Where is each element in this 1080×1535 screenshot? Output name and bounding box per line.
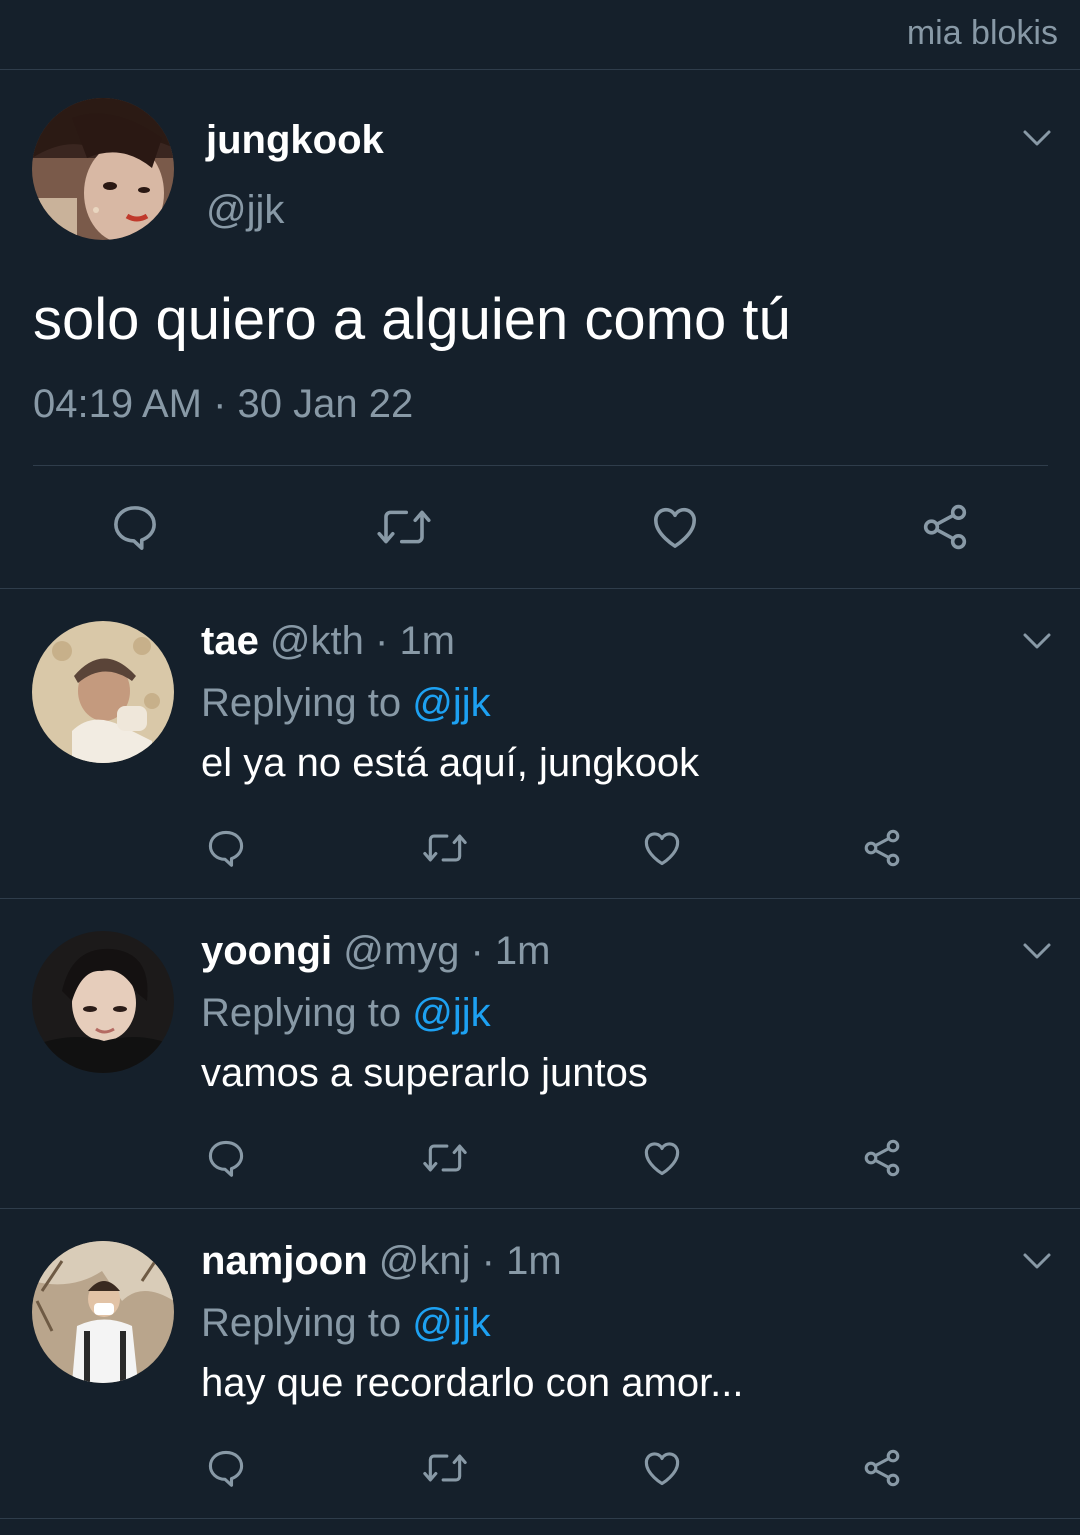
reply-icon[interactable] <box>204 1136 248 1180</box>
reply-tweet[interactable]: yoongi @myg · 1m Replying to @jjk vamos … <box>0 899 1080 1209</box>
reply-tweet[interactable]: tae @kth · 1m Replying to @jjk el ya no … <box>0 589 1080 899</box>
retweet-icon[interactable] <box>374 500 434 554</box>
share-icon[interactable] <box>860 1136 904 1180</box>
avatar[interactable] <box>32 621 174 763</box>
retweet-icon[interactable] <box>420 1446 470 1490</box>
reply-text: el ya no está aquí, jungkook <box>201 741 700 785</box>
replying-to: Replying to @jjk <box>201 1301 491 1346</box>
tweet-timestamp: 04:19 AM · 30 Jan 22 <box>33 382 414 426</box>
like-icon[interactable] <box>640 1446 684 1490</box>
tweet-text: solo quiero a alguien como tú <box>33 287 791 352</box>
reply-header: tae @kth · 1m <box>201 619 455 664</box>
chevron-down-icon[interactable] <box>1022 941 1052 961</box>
replying-to-label: Replying to <box>201 1301 413 1345</box>
author-handle-time: @knj · 1m <box>367 1239 562 1283</box>
chevron-down-icon[interactable] <box>1022 1251 1052 1271</box>
author-handle-time: @myg · 1m <box>332 929 551 973</box>
reply-header: namjoon @knj · 1m <box>201 1239 562 1284</box>
author-handle[interactable]: @jjk <box>206 188 284 233</box>
author-name[interactable]: yoongi <box>201 929 332 973</box>
reply-text: vamos a superarlo juntos <box>201 1051 648 1095</box>
chevron-down-icon[interactable] <box>1022 631 1052 651</box>
author-handle-time: @kth · 1m <box>258 619 456 663</box>
reply-text: hay que recordarlo con amor... <box>201 1361 744 1405</box>
replying-to-label: Replying to <box>201 681 413 725</box>
mention-link[interactable]: @jjk <box>412 681 490 725</box>
avatar[interactable] <box>32 98 174 240</box>
like-icon[interactable] <box>640 826 684 870</box>
reply-icon[interactable] <box>108 500 162 554</box>
author-name[interactable]: namjoon <box>201 1239 368 1283</box>
share-icon[interactable] <box>860 1446 904 1490</box>
avatar[interactable] <box>32 1241 174 1383</box>
avatar[interactable] <box>32 931 174 1073</box>
replying-to: Replying to @jjk <box>201 681 491 726</box>
share-icon[interactable] <box>860 826 904 870</box>
replying-to-label: Replying to <box>201 991 413 1035</box>
share-icon[interactable] <box>918 500 972 554</box>
retweet-icon[interactable] <box>420 1136 470 1180</box>
mention-link[interactable]: @jjk <box>412 991 490 1035</box>
watermark-text: mia blokis <box>906 14 1058 52</box>
main-tweet: jungkook @jjk solo quiero a alguien como… <box>0 70 1080 589</box>
like-icon[interactable] <box>648 500 702 554</box>
mention-link[interactable]: @jjk <box>412 1301 490 1345</box>
author-name[interactable]: jungkook <box>206 118 384 163</box>
divider <box>33 465 1048 466</box>
reply-tweet[interactable]: namjoon @knj · 1m Replying to @jjk hay q… <box>0 1209 1080 1519</box>
reply-header: yoongi @myg · 1m <box>201 929 551 974</box>
like-icon[interactable] <box>640 1136 684 1180</box>
reply-icon[interactable] <box>204 1446 248 1490</box>
top-bar: mia blokis <box>0 0 1080 70</box>
reply-icon[interactable] <box>204 826 248 870</box>
retweet-icon[interactable] <box>420 826 470 870</box>
author-name[interactable]: tae <box>201 619 259 663</box>
chevron-down-icon[interactable] <box>1022 128 1052 148</box>
replying-to: Replying to @jjk <box>201 991 491 1036</box>
